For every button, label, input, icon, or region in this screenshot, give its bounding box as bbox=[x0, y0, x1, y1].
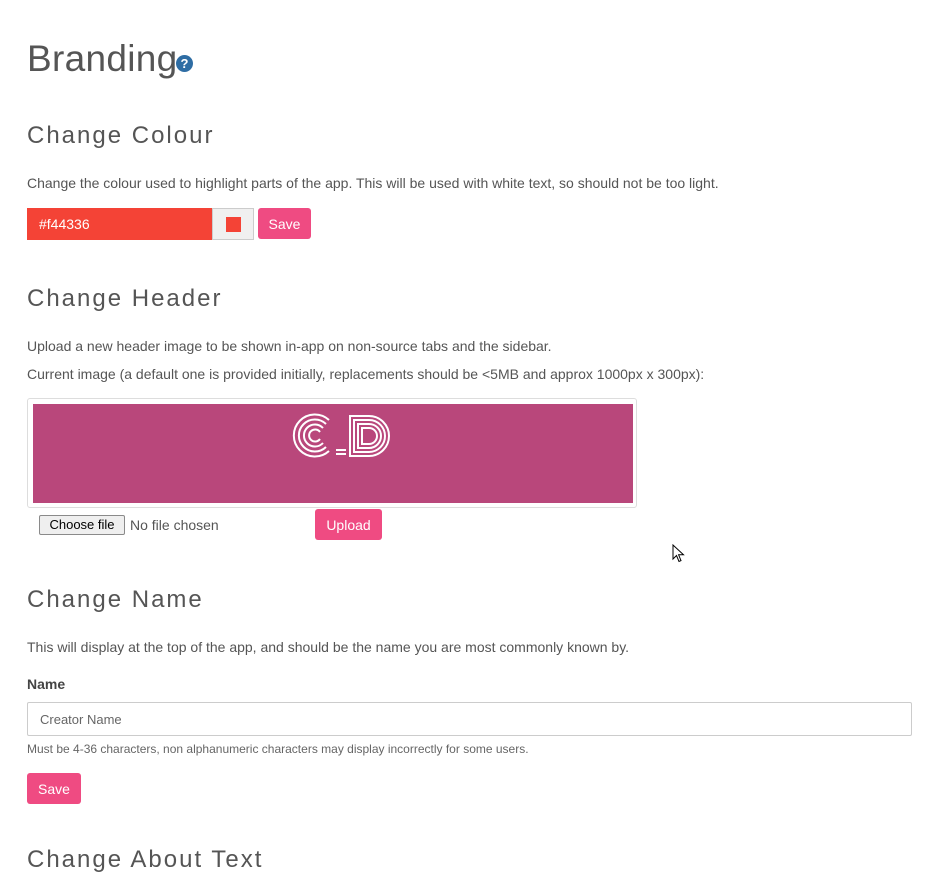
header-image bbox=[33, 404, 633, 503]
colour-swatch bbox=[226, 217, 241, 232]
colour-hex-input[interactable]: #f44336 bbox=[27, 208, 212, 240]
about-section-heading: Change About Text bbox=[27, 846, 264, 873]
name-input[interactable] bbox=[27, 702, 912, 736]
colour-section-heading: Change Colour bbox=[27, 122, 215, 149]
name-save-button[interactable]: Save bbox=[27, 773, 81, 804]
header-image-frame bbox=[27, 398, 637, 508]
colour-save-button[interactable]: Save bbox=[258, 208, 311, 239]
name-help-text: Must be 4-36 characters, non alphanumeri… bbox=[27, 742, 529, 756]
mouse-cursor-icon bbox=[672, 544, 685, 563]
name-field-label: Name bbox=[27, 676, 66, 692]
header-section-heading: Change Header bbox=[27, 285, 223, 312]
file-status-text: No file chosen bbox=[130, 517, 219, 533]
help-icon[interactable]: ? bbox=[176, 55, 193, 72]
page-title: Branding bbox=[27, 38, 178, 79]
colour-picker-button[interactable] bbox=[212, 208, 254, 240]
cd-logo bbox=[292, 413, 390, 458]
colour-description: Change the colour used to highlight part… bbox=[27, 175, 719, 191]
choose-file-button[interactable]: Choose file bbox=[39, 515, 125, 535]
name-section-heading: Change Name bbox=[27, 586, 204, 613]
header-description: Upload a new header image to be shown in… bbox=[27, 338, 552, 354]
upload-button[interactable]: Upload bbox=[315, 509, 382, 540]
header-current-note: Current image (a default one is provided… bbox=[27, 366, 705, 382]
name-description: This will display at the top of the app,… bbox=[27, 639, 630, 655]
